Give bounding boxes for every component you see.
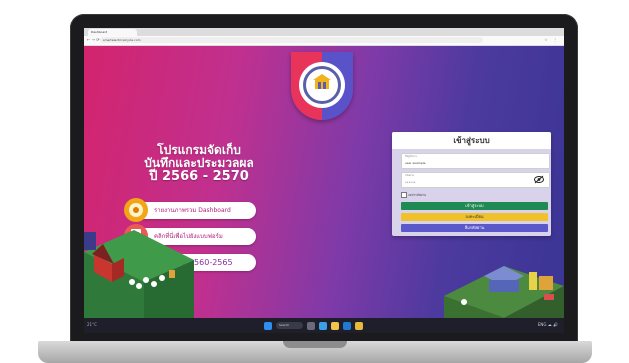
browser-tab-bar: Dashboard [84,28,564,36]
store-icon[interactable] [343,321,351,330]
browser-tab[interactable]: Dashboard [88,29,137,36]
username-label: ชื่อผู้ใช้งาน [405,155,417,158]
url-field[interactable]: smartelectricalcycle.com [100,37,483,43]
remember-checkbox[interactable] [401,192,407,198]
taskbar-apps: Search [264,321,363,330]
explorer-icon[interactable] [331,321,339,330]
username-field[interactable]: ชื่อผู้ใช้งาน user example [401,153,550,169]
password-field[interactable]: รหัสผ่าน •••••• [401,172,550,188]
logo-emblem [299,62,345,108]
username-value: user example [405,161,426,165]
landing-page: โปรแกรมจัดเก็บ บันทึกและประมวลผล ปี 2566… [84,46,564,318]
title-line-3: ปี 2566 - 2570 [149,169,249,184]
logo-house-icon [313,74,331,89]
password-value: •••••• [405,180,416,184]
os-taskbar: 21°C Search ENG ☁ 🔊 [84,318,564,333]
forgot-password-button[interactable]: ลืมรหัสผ่าน [401,224,548,232]
login-button[interactable]: เข้าสู่ระบบ [401,202,548,210]
laptop-notch [283,341,347,348]
login-card: เข้าสู่ระบบ ชื่อผู้ใช้งาน user example ร… [392,132,551,236]
taskbar-search[interactable]: Search [276,322,303,329]
browser-menu-icons[interactable]: ☆ ⋮ [544,37,559,42]
eye-slash-icon[interactable] [534,175,544,187]
password-label: รหัสผ่าน [405,174,415,177]
browser-nav-icons[interactable]: ← → ⟳ [87,37,100,42]
chrome-icon[interactable] [355,321,363,330]
city-illustration [444,266,564,318]
register-button[interactable]: ลงทะเบียน [401,213,548,221]
laptop-screen: Dashboard ← → ⟳ smartelectricalcycle.com… [84,28,564,333]
system-tray[interactable]: ENG ☁ 🔊 [538,322,558,327]
login-title: เข้าสู่ระบบ [392,132,551,149]
start-icon[interactable] [264,321,272,330]
task-view-icon[interactable] [307,321,315,330]
browser-address-bar: ← → ⟳ smartelectricalcycle.com ☆ ⋮ [84,36,564,46]
remember-label: จดจำรหัสผ่าน [408,193,427,197]
program-title: โปรแกรมจัดเก็บ บันทึกและประมวลผล ปี 2566… [124,144,274,184]
weather-widget[interactable]: 21°C [87,322,97,327]
farm-illustration [84,230,194,318]
edge-icon[interactable] [319,321,327,330]
organization-logo [291,52,353,120]
remember-me[interactable]: จดจำรหัสผ่าน [401,192,426,198]
